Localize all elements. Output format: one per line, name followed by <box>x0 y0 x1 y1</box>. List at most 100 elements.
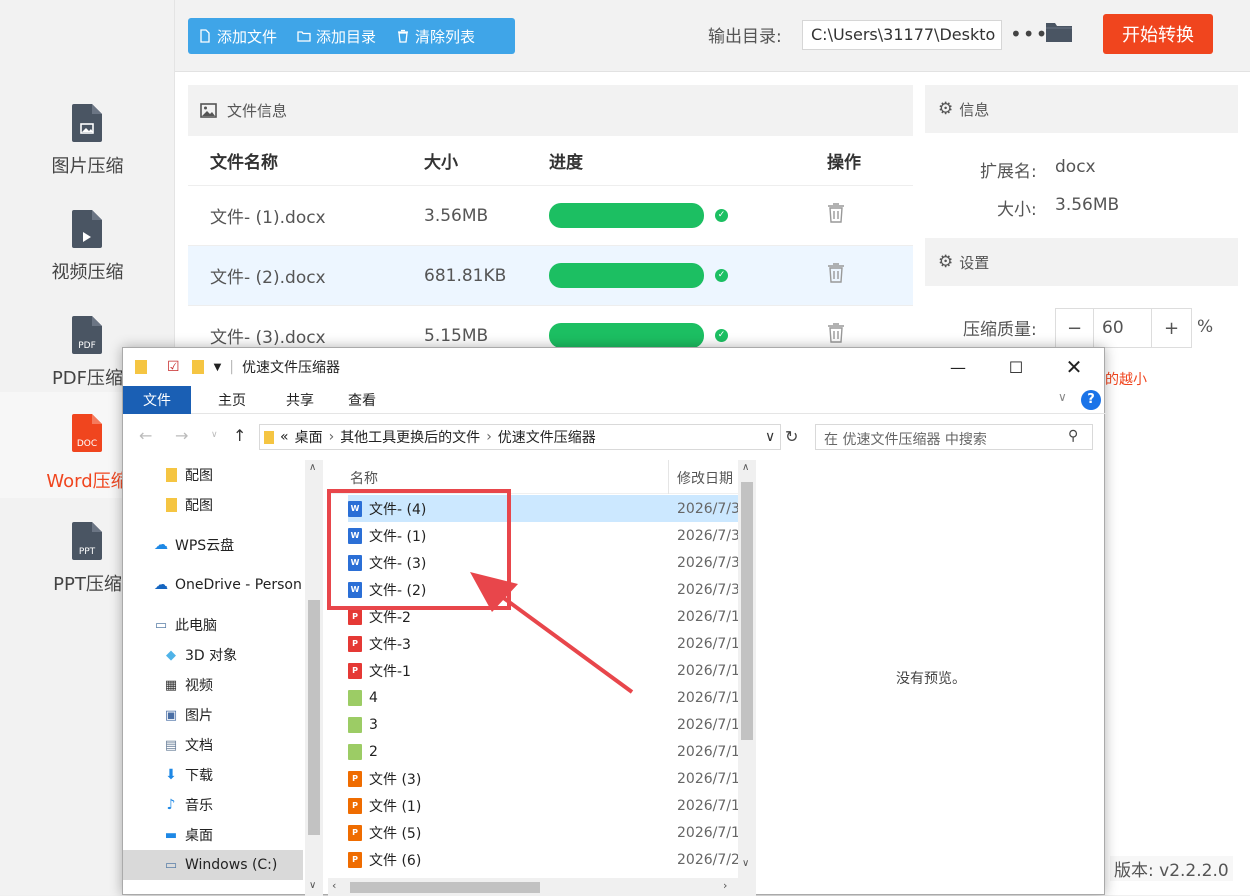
col-name-header[interactable]: 名称 <box>350 468 378 488</box>
file-list-item[interactable]: W 文件- (3) 2026/7/3 <box>348 549 738 576</box>
percent-unit: % <box>1197 317 1214 337</box>
up-icon[interactable]: ↑ <box>233 426 246 445</box>
decrement-button[interactable]: − <box>1056 309 1094 347</box>
scroll-up-icon[interactable]: ∧ <box>742 462 749 473</box>
nav-item[interactable]: ☁ WPS云盘 <box>123 530 303 560</box>
file-list-item[interactable]: P 文件-1 2026/7/1 <box>348 657 738 684</box>
horizontal-scrollbar[interactable]: ‹ › <box>328 878 738 896</box>
file-list-item[interactable]: 2 2026/7/1 <box>348 738 738 765</box>
ppt-doc-icon: P <box>348 824 362 841</box>
nav-scroll-thumb[interactable] <box>308 600 320 835</box>
forward-icon[interactable]: → <box>175 426 188 445</box>
more-button[interactable]: ••• <box>1010 22 1048 46</box>
nav-item[interactable]: ▤ 文档 <box>123 730 303 760</box>
file-item-date: 2026/7/3 <box>677 554 738 571</box>
file-item-name: 2 <box>369 743 378 760</box>
nav-item[interactable]: ⬇ 下载 <box>123 760 303 790</box>
nav-item[interactable]: ▣ 图片 <box>123 700 303 730</box>
nav-item[interactable]: ☁ OneDrive - Person <box>123 570 303 600</box>
file-size: 3.56MB <box>424 205 489 226</box>
trash-icon[interactable] <box>827 262 845 284</box>
nav-item[interactable]: ♪ 音乐 <box>123 790 303 820</box>
scroll-up-icon[interactable]: ∧ <box>309 462 316 473</box>
file-scroll-thumb[interactable] <box>741 482 753 740</box>
add-directory-button[interactable]: 添加目录 <box>287 18 386 54</box>
tab-home[interactable]: 主页 <box>191 386 266 414</box>
chevron-down-icon[interactable]: ∨ <box>765 429 775 445</box>
start-convert-button[interactable]: 开始转换 <box>1103 14 1213 54</box>
col-date-header[interactable]: 修改日期 <box>677 468 733 488</box>
properties-icon[interactable]: ☑ <box>167 359 180 375</box>
scroll-right-icon[interactable]: › <box>723 879 727 892</box>
file-list-item[interactable]: W 文件- (1) 2026/7/3 <box>348 522 738 549</box>
file-list-header: 名称 修改日期 <box>328 460 738 494</box>
file-list-item[interactable]: W 文件- (2) 2026/7/3 <box>348 576 738 603</box>
breadcrumb-item[interactable]: 优速文件压缩器 <box>498 427 596 447</box>
increment-button[interactable]: + <box>1151 309 1191 347</box>
file-list-item[interactable]: 4 2026/7/1 <box>348 684 738 711</box>
clear-list-button[interactable]: 清除列表 <box>386 18 485 54</box>
search-input[interactable]: 在 优速文件压缩器 中搜索 <box>815 424 1093 450</box>
nav-item-label: 3D 对象 <box>185 648 238 664</box>
add-file-button[interactable]: 添加文件 <box>188 18 287 54</box>
sidebar-item-image[interactable]: 图片压缩 <box>0 90 175 196</box>
tab-share[interactable]: 共享 <box>266 386 334 414</box>
scroll-left-icon[interactable]: ‹ <box>332 879 336 892</box>
sidebar-item-video[interactable]: 视频压缩 <box>0 196 175 302</box>
maximize-icon[interactable]: ☐ <box>987 348 1045 386</box>
nav-item[interactable]: ◆ 3D 对象 <box>123 640 303 670</box>
file-row[interactable]: 文件- (2).docx 681.81KB ✓ <box>188 246 913 306</box>
address-prefix: « <box>280 429 289 445</box>
nav-item[interactable]: ▭ Windows (C:) <box>123 850 303 880</box>
onedrive-icon: ☁ <box>154 577 168 593</box>
tab-view[interactable]: 查看 <box>334 386 396 414</box>
music-icon: ♪ <box>166 797 176 813</box>
file-list-item[interactable]: P 文件 (3) 2026/7/1 <box>348 765 738 792</box>
quick-access-dropdown-icon[interactable]: ▼ <box>214 362 222 373</box>
hscroll-thumb[interactable] <box>350 882 540 893</box>
quality-input[interactable]: 60 <box>1094 309 1151 347</box>
ribbon-expand-icon[interactable]: ∨ <box>1058 390 1067 404</box>
scroll-down-icon[interactable]: ∨ <box>742 858 749 869</box>
clear-list-label: 清除列表 <box>415 27 476 46</box>
check-icon: ✓ <box>715 269 728 282</box>
help-icon[interactable]: ? <box>1081 390 1101 410</box>
info-title: 信息 <box>959 100 990 119</box>
trash-icon[interactable] <box>827 322 845 344</box>
open-folder-icon[interactable] <box>1045 20 1073 44</box>
breadcrumb-item[interactable]: 其他工具更换后的文件 <box>340 427 480 447</box>
output-dir-input[interactable]: C:\Users\31177\Deskto <box>802 20 1002 50</box>
file-list: 名称 修改日期 W 文件- (4) 2026/7/3 W 文件- (1) 2026/7/3… <box>328 460 738 896</box>
recent-dropdown-icon[interactable]: ∨ <box>211 430 218 440</box>
nav-item[interactable]: 配图 <box>123 460 303 490</box>
file-list-item[interactable]: P 文件 (6) 2026/7/2 <box>348 846 738 873</box>
trash-icon[interactable] <box>827 202 845 224</box>
nav-item[interactable]: ▦ 视频 <box>123 670 303 700</box>
minimize-icon[interactable]: — <box>929 348 987 386</box>
file-item-date: 2026/7/1 <box>677 608 738 625</box>
scroll-down-icon[interactable]: ∨ <box>309 880 316 891</box>
file-explorer-window: ☑ ▼ | 优速文件压缩器 — ☐ ✕ 文件 主页 共享 查看 ∨ ? ← → … <box>122 347 1106 896</box>
address-bar[interactable]: « 桌面 › 其他工具更换后的文件 › 优速文件压缩器 ∨ <box>259 424 781 450</box>
file-list-item[interactable]: P 文件-3 2026/7/1 <box>348 630 738 657</box>
back-icon[interactable]: ← <box>139 426 152 445</box>
new-folder-icon[interactable] <box>191 360 204 374</box>
file-name-cell: P 文件-1 <box>348 661 677 681</box>
file-row[interactable]: 文件- (1).docx 3.56MB ✓ <box>188 186 913 246</box>
refresh-icon[interactable]: ↻ <box>785 427 798 446</box>
file-list-item[interactable]: P 文件 (5) 2026/7/1 <box>348 819 738 846</box>
tab-file[interactable]: 文件 <box>123 386 191 414</box>
file-list-item[interactable]: 3 2026/7/1 <box>348 711 738 738</box>
file-list-item[interactable]: P 文件 (1) 2026/7/1 <box>348 792 738 819</box>
documents-icon: ▤ <box>164 737 178 753</box>
nav-item[interactable]: 配图 <box>123 490 303 520</box>
pdf-badge: PDF <box>78 341 96 351</box>
nav-item[interactable]: ▭ 此电脑 <box>123 610 303 640</box>
nav-scrollbar[interactable]: ∧ ∨ <box>305 460 323 896</box>
file-list-item[interactable]: W 文件- (4) 2026/7/3 <box>348 495 738 522</box>
close-icon[interactable]: ✕ <box>1045 348 1103 386</box>
breadcrumb-item[interactable]: 桌面 <box>295 427 323 447</box>
nav-item[interactable]: ▬ 桌面 <box>123 820 303 850</box>
file-list-item[interactable]: P 文件-2 2026/7/1 <box>348 603 738 630</box>
file-list-scrollbar[interactable]: ∧ ∨ <box>738 460 756 896</box>
